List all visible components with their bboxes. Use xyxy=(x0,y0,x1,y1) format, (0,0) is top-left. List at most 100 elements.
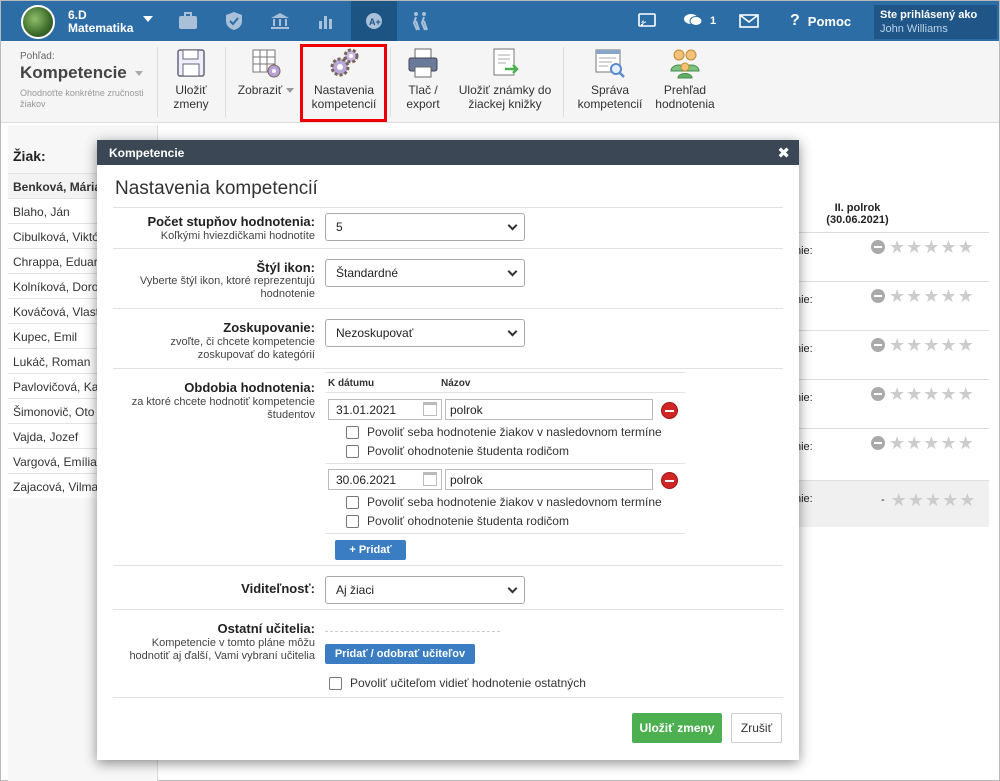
star-icon[interactable]: ★ xyxy=(889,336,905,354)
calendar-icon[interactable] xyxy=(423,472,437,486)
chevron-down-icon[interactable] xyxy=(143,16,153,22)
star-icon[interactable]: ★ xyxy=(906,385,922,403)
cast-icon[interactable] xyxy=(627,1,667,41)
grade-icon[interactable]: A+ xyxy=(351,1,397,41)
star-icon[interactable]: ★ xyxy=(959,491,975,509)
period-date-input[interactable]: 31.01.2021 xyxy=(328,399,442,420)
add-remove-teachers-button[interactable]: Pridať / odobrať učiteľov xyxy=(325,644,475,664)
star-icon[interactable]: ★ xyxy=(889,385,905,403)
star-icon[interactable]: ★ xyxy=(923,385,939,403)
button-label: zmeny xyxy=(173,97,209,111)
icon-style-select[interactable]: Štandardné xyxy=(325,259,525,287)
icon-style-hint: Vyberte štýl ikon, ktoré reprezentujú ho… xyxy=(139,275,315,300)
star-rating[interactable]: ★ ★ ★ ★ ★ xyxy=(871,238,975,256)
button-label: kompetencií xyxy=(577,97,643,111)
checkbox[interactable] xyxy=(346,425,359,439)
star-icon[interactable]: ★ xyxy=(891,491,907,509)
star-icon[interactable]: ★ xyxy=(940,238,956,256)
star-icon[interactable]: ★ xyxy=(925,491,941,509)
star-rating[interactable]: ★ ★ ★ ★ ★ xyxy=(871,385,975,403)
star-icon[interactable]: ★ xyxy=(958,336,974,354)
walking-people-icon[interactable] xyxy=(397,1,443,41)
remove-period-icon[interactable] xyxy=(661,472,678,489)
star-icon[interactable]: ★ xyxy=(923,238,939,256)
star-icon[interactable]: ★ xyxy=(923,287,939,305)
minus-icon[interactable] xyxy=(871,436,885,450)
parent-evaluation-checkbox[interactable]: Povoliť ohodnotenie študenta rodičom xyxy=(346,444,569,458)
visibility-select[interactable]: Aj žiaci xyxy=(325,576,525,604)
minus-icon[interactable] xyxy=(871,240,885,254)
star-icon[interactable]: ★ xyxy=(923,336,939,354)
chevron-down-icon xyxy=(507,583,518,594)
star-icon[interactable]: ★ xyxy=(958,287,974,305)
star-icon[interactable]: ★ xyxy=(889,238,905,256)
star-rating[interactable]: ★ ★ ★ ★ ★ xyxy=(871,434,975,452)
bank-icon[interactable] xyxy=(257,1,303,41)
close-icon[interactable]: ✖ xyxy=(777,144,790,162)
save-grades-button[interactable]: Uložiť známky do žiackej knižky xyxy=(456,47,554,111)
star-icon[interactable]: ★ xyxy=(940,287,956,305)
teachers-view-checkbox[interactable]: Povoliť učiteľom vidieť hodnotenie ostat… xyxy=(329,676,586,690)
star-icon[interactable]: ★ xyxy=(906,336,922,354)
star-icon[interactable]: ★ xyxy=(889,434,905,452)
period-title: II. polrok xyxy=(834,202,881,214)
star-icon[interactable]: ★ xyxy=(906,238,922,256)
checkbox[interactable] xyxy=(346,514,359,528)
class-avatar[interactable] xyxy=(21,5,55,39)
bar-chart-icon[interactable] xyxy=(303,1,349,41)
star-icon[interactable]: ★ xyxy=(942,491,958,509)
evaluation-overview-button[interactable]: Prehľad hodnotenia xyxy=(652,47,718,111)
save-changes-button[interactable]: Uložiť zmeny xyxy=(165,47,217,111)
remove-period-icon[interactable] xyxy=(661,402,678,419)
star-icon[interactable]: ★ xyxy=(940,336,956,354)
star-icon[interactable]: ★ xyxy=(958,238,974,256)
shield-icon[interactable] xyxy=(211,1,257,41)
save-button[interactable]: Uložiť zmeny xyxy=(632,713,722,743)
calendar-icon[interactable] xyxy=(423,402,437,416)
star-icon[interactable]: ★ xyxy=(958,434,974,452)
grouping-select[interactable]: Nezoskupovať xyxy=(325,319,525,347)
star-icon[interactable]: ★ xyxy=(958,385,974,403)
view-selector[interactable]: Pohľad: Kompetencie Ohodnoťte konkrétne … xyxy=(20,51,145,110)
cancel-button[interactable]: Zrušiť xyxy=(731,713,782,743)
period-name-input[interactable]: polrok xyxy=(445,399,653,420)
star-icon[interactable]: ★ xyxy=(906,434,922,452)
briefcase-icon[interactable] xyxy=(165,1,211,41)
period-date-input[interactable]: 30.06.2021 xyxy=(328,469,442,490)
period-name-input[interactable]: polrok xyxy=(445,469,653,490)
checkbox[interactable] xyxy=(346,495,359,509)
date-value: 30.06.2021 xyxy=(336,473,397,487)
mail-icon[interactable] xyxy=(739,1,759,41)
star-icon[interactable]: ★ xyxy=(908,491,924,509)
user-box[interactable]: Ste prihlásený ako John Williams xyxy=(874,5,997,39)
rating-row: nie: ★ ★ ★ ★ ★ xyxy=(795,281,989,330)
star-icon[interactable]: ★ xyxy=(940,385,956,403)
self-evaluation-checkbox[interactable]: Povoliť seba hodnotenie žiakov v nasledo… xyxy=(346,495,662,509)
minus-icon[interactable] xyxy=(871,289,885,303)
star-rating[interactable]: ★ ★ ★ ★ ★ xyxy=(871,336,975,354)
star-rating[interactable]: ★ ★ ★ ★ ★ xyxy=(871,287,975,305)
empty-value: - xyxy=(881,494,885,506)
star-icon[interactable]: ★ xyxy=(906,287,922,305)
steps-select[interactable]: 5 xyxy=(325,213,525,241)
show-button[interactable]: Zobraziť xyxy=(234,47,298,97)
self-evaluation-checkbox[interactable]: Povoliť seba hodnotenie žiakov v nasledo… xyxy=(346,425,662,439)
messages-button[interactable]: 1 xyxy=(683,1,716,41)
add-period-button[interactable]: + Pridať xyxy=(335,540,406,560)
grid-gear-icon xyxy=(250,47,282,79)
star-icon[interactable]: ★ xyxy=(889,287,905,305)
checkbox[interactable] xyxy=(346,444,359,458)
minus-icon[interactable] xyxy=(871,387,885,401)
parent-evaluation-checkbox[interactable]: Povoliť ohodnotenie študenta rodičom xyxy=(346,514,569,528)
star-rating[interactable]: - ★ ★ ★ ★ ★ xyxy=(881,491,976,509)
col-name-header: Názov xyxy=(441,378,471,389)
star-icon[interactable]: ★ xyxy=(923,434,939,452)
checkbox[interactable] xyxy=(329,676,342,690)
class-selector[interactable]: 6.D Matematika xyxy=(68,9,133,35)
minus-icon[interactable] xyxy=(871,338,885,352)
manage-competences-button[interactable]: Správa kompetencií xyxy=(572,47,648,111)
star-icon[interactable]: ★ xyxy=(940,434,956,452)
print-export-button[interactable]: Tlač / export xyxy=(398,47,448,111)
help-button[interactable]: ? Pomoc xyxy=(790,1,851,41)
dialog-header-title: Kompetencie xyxy=(109,146,185,160)
